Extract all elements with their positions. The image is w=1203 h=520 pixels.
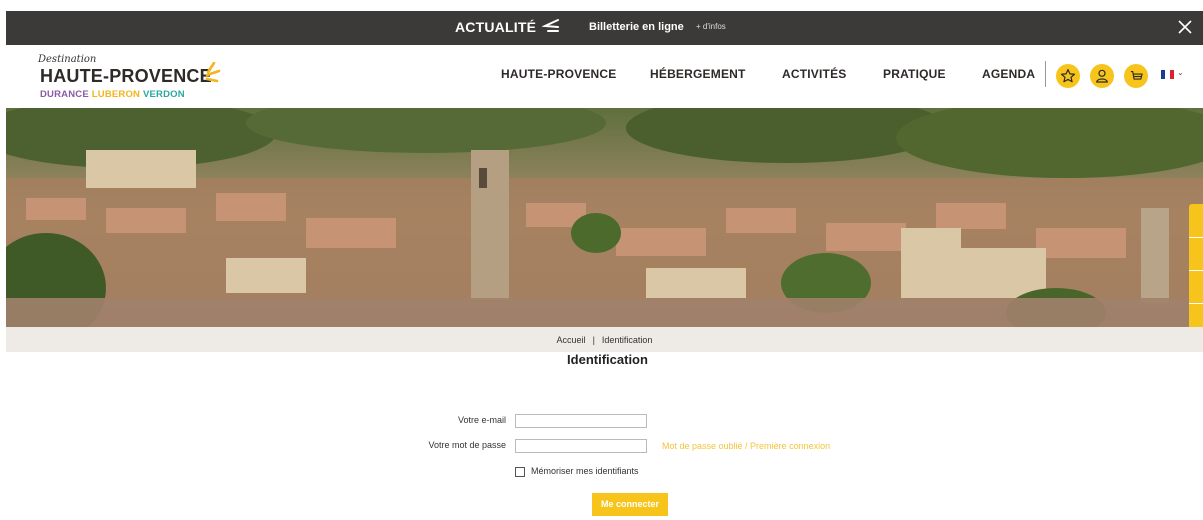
chevron-down-icon[interactable]: ⌄ bbox=[1177, 68, 1184, 77]
nav-activites[interactable]: ACTIVITÉS bbox=[782, 67, 846, 81]
password-label: Votre mot de passe bbox=[428, 440, 506, 450]
more-info-link[interactable]: + d'infos bbox=[696, 22, 726, 31]
remember-label[interactable]: Mémoriser mes identifiants bbox=[531, 466, 639, 476]
breadcrumb-current: Identification bbox=[601, 335, 653, 345]
close-icon[interactable] bbox=[1175, 16, 1195, 38]
french-flag-icon[interactable] bbox=[1161, 70, 1174, 79]
user-icon bbox=[1096, 69, 1108, 83]
side-quick-links[interactable] bbox=[1189, 204, 1203, 335]
password-field[interactable] bbox=[515, 439, 647, 453]
email-label: Votre e-mail bbox=[457, 415, 506, 425]
ticket-link[interactable]: Billetterie en ligne bbox=[589, 21, 684, 33]
forgot-password-link[interactable]: Mot de passe oublié / Première connexion bbox=[662, 441, 830, 451]
hero-image bbox=[6, 108, 1203, 327]
breadcrumb: Accueil | Identification bbox=[6, 327, 1203, 352]
arrow-rays-icon bbox=[542, 19, 560, 32]
logo-sub-verdon: VERDON bbox=[142, 89, 185, 100]
cart-button[interactable] bbox=[1124, 64, 1148, 88]
breadcrumb-home[interactable]: Accueil bbox=[557, 335, 586, 345]
remember-checkbox[interactable] bbox=[515, 467, 525, 477]
news-label: ACTUALITÉ bbox=[455, 19, 537, 35]
account-button[interactable] bbox=[1090, 64, 1114, 88]
login-button[interactable]: Me connecter bbox=[592, 493, 668, 516]
logo-main: HAUTE-PROVENCE bbox=[40, 66, 212, 86]
logo-script: Destination bbox=[38, 54, 97, 65]
site-header: Destination HAUTE-PROVENCE DURANCE LUBER… bbox=[6, 45, 1203, 108]
nav-divider bbox=[1045, 61, 1046, 87]
site-logo[interactable]: Destination HAUTE-PROVENCE DURANCE LUBER… bbox=[34, 54, 224, 104]
logo-sub-durance: DURANCE bbox=[40, 89, 89, 100]
breadcrumb-separator: | bbox=[592, 335, 595, 345]
logo-rays-icon bbox=[205, 62, 221, 83]
logo-subtitle: DURANCE LUBERON VERDON bbox=[40, 89, 185, 100]
favorites-button[interactable] bbox=[1056, 64, 1080, 88]
cart-icon bbox=[1130, 70, 1143, 80]
nav-pratique[interactable]: PRATIQUE bbox=[883, 67, 946, 81]
announcement-bar: ACTUALITÉ Billetterie en ligne + d'infos bbox=[6, 11, 1203, 45]
nav-haute-provence[interactable]: HAUTE-PROVENCE bbox=[501, 67, 616, 81]
logo-sub-luberon: LUBERON bbox=[91, 89, 141, 100]
nav-hebergement[interactable]: HÉBERGEMENT bbox=[650, 67, 746, 81]
news-link[interactable]: ACTUALITÉ bbox=[455, 18, 560, 36]
page: ACTUALITÉ Billetterie en ligne + d'infos… bbox=[0, 0, 1203, 520]
email-field[interactable] bbox=[515, 414, 647, 428]
nav-agenda[interactable]: AGENDA bbox=[982, 67, 1035, 81]
star-icon bbox=[1060, 69, 1076, 83]
page-title: Identification bbox=[567, 352, 648, 367]
